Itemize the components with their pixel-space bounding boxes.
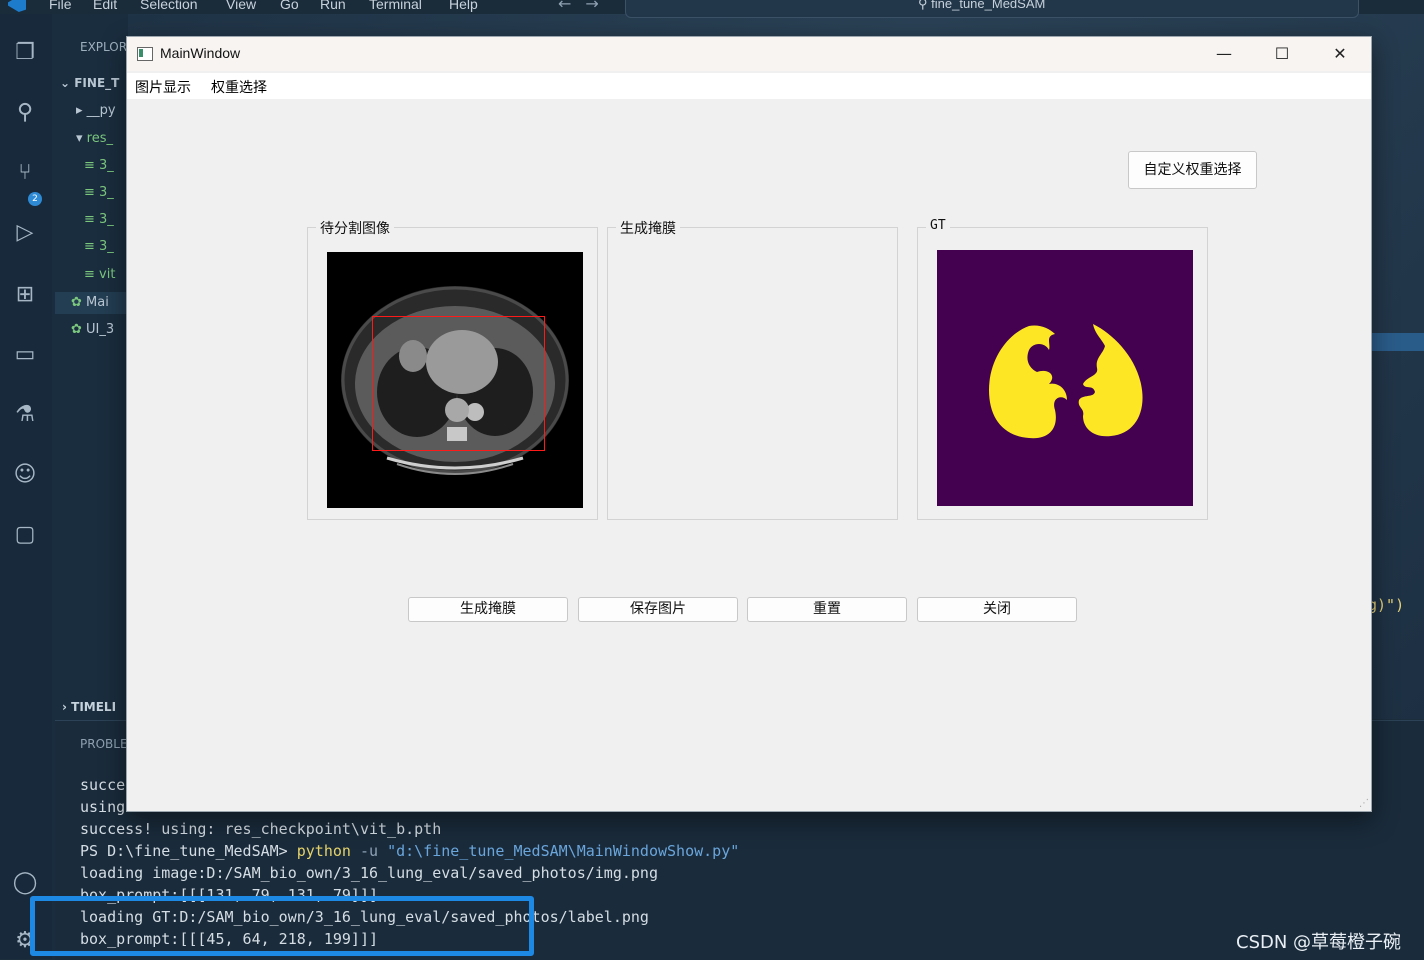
- tree-item[interactable]: ▸ __py: [76, 100, 116, 122]
- terminal-line: loading image:D:/SAM_bio_own/3_16_lung_e…: [80, 864, 658, 882]
- remote-explorer-icon[interactable]: ▭: [10, 340, 40, 370]
- gt-mask-drawing: [989, 324, 1143, 439]
- editor-selection-line: [1370, 333, 1424, 351]
- tree-item[interactable]: ≡ 3_: [84, 209, 114, 231]
- file-lines-icon: ≡: [84, 158, 100, 173]
- generate-mask-button[interactable]: 生成掩膜: [408, 597, 568, 622]
- terminal-line: succe: [80, 776, 126, 794]
- copilot-icon[interactable]: ☺: [10, 460, 40, 490]
- python-file-icon: ✿: [71, 295, 87, 310]
- tree-item[interactable]: ≡ 3_: [84, 182, 114, 204]
- file-lines-icon: ≡: [84, 212, 100, 227]
- command-center-text: ⚲ fine_tune_MedSAM: [918, 0, 1045, 12]
- file-lines-icon: ≡: [84, 185, 100, 200]
- editor-code-fragment: g)"): [1368, 596, 1405, 614]
- input-image-title: 待分割图像: [316, 218, 394, 238]
- mask-output-group: 生成掩膜: [607, 218, 898, 520]
- window-title: MainWindow: [160, 45, 241, 61]
- search-icon[interactable]: ⚲: [10, 98, 40, 128]
- window-titlebar[interactable]: MainWindow — ☐ ✕: [127, 37, 1371, 71]
- menu-edit[interactable]: Edit: [93, 0, 117, 12]
- resize-grip-icon[interactable]: ⋰: [1359, 799, 1369, 809]
- explorer-title: EXPLOR: [80, 40, 128, 54]
- tree-item[interactable]: ▾ res_: [76, 128, 113, 150]
- menu-help[interactable]: Help: [449, 0, 478, 12]
- menu-terminal[interactable]: Terminal: [369, 0, 422, 12]
- source-control-badge: 2: [28, 192, 42, 206]
- menu-weight-select[interactable]: 权重选择: [211, 77, 267, 97]
- reset-button[interactable]: 重置: [747, 597, 907, 622]
- tree-item[interactable]: ✿ UI_3: [71, 319, 114, 341]
- menu-go[interactable]: Go: [280, 0, 299, 12]
- ct-scan-image: [327, 252, 583, 508]
- search-icon: ⚲: [918, 0, 932, 11]
- close-window-button[interactable]: ✕: [1311, 37, 1369, 71]
- window-menubar: 图片显示 权重选择: [127, 73, 1371, 99]
- testing-icon[interactable]: ⚗: [10, 400, 40, 430]
- file-lines-icon: ≡: [84, 267, 100, 282]
- chevron-right-icon: ▸: [76, 103, 87, 118]
- menu-file[interactable]: File: [49, 0, 72, 12]
- box-prompt-rectangle: [372, 316, 545, 451]
- ground-truth-group: GT: [917, 218, 1208, 520]
- menu-selection[interactable]: Selection: [140, 0, 198, 12]
- menu-view[interactable]: View: [226, 0, 256, 12]
- custom-weight-button[interactable]: 自定义权重选择: [1128, 151, 1257, 189]
- tree-item[interactable]: ≡ 3_: [84, 155, 114, 177]
- explorer-icon[interactable]: ❐: [10, 38, 40, 68]
- watermark: CSDN @草莓橙子碗: [1236, 932, 1402, 953]
- vscode-logo-icon: [8, 0, 26, 12]
- ground-truth-mask-image: [937, 250, 1193, 506]
- terminal-line: success! using: res_checkpoint\vit_b.pth: [80, 820, 442, 838]
- maximize-button[interactable]: ☐: [1253, 37, 1311, 71]
- menu-run[interactable]: Run: [320, 0, 346, 12]
- chat-icon[interactable]: ▢: [10, 520, 40, 550]
- mask-output-title: 生成掩膜: [616, 218, 680, 238]
- timeline-section[interactable]: › TIMELI: [62, 700, 116, 714]
- chevron-down-icon: ▾: [76, 131, 87, 146]
- terminal-line: using: [80, 798, 126, 816]
- extensions-icon[interactable]: ⊞: [10, 280, 40, 310]
- panel-tab-problems[interactable]: PROBLE: [80, 737, 128, 751]
- python-file-icon: ✿: [71, 322, 87, 337]
- activity-bar: ❐ ⚲ ⑂ 2 ▷ ⊞ ▭ ⚗ ☺ ▢ ◯ ⚙: [0, 14, 52, 959]
- account-icon[interactable]: ◯: [10, 868, 40, 898]
- nav-arrows-icon[interactable]: ←→: [558, 0, 613, 13]
- ground-truth-title: GT: [926, 218, 950, 233]
- file-lines-icon: ≡: [84, 239, 100, 254]
- minimize-button[interactable]: —: [1195, 37, 1253, 71]
- chevron-right-icon: ›: [62, 700, 67, 714]
- close-button[interactable]: 关闭: [917, 597, 1077, 622]
- source-control-icon[interactable]: ⑂: [10, 158, 40, 188]
- tree-item[interactable]: ≡ vit: [84, 264, 115, 286]
- run-debug-icon[interactable]: ▷: [10, 218, 40, 248]
- main-window: MainWindow — ☐ ✕ 图片显示 权重选择 自定义权重选择 待分割图像: [126, 36, 1372, 812]
- chevron-down-icon: ⌄: [60, 76, 75, 90]
- window-app-icon: [137, 47, 153, 61]
- annotation-highlight-box: [30, 896, 534, 956]
- save-image-button[interactable]: 保存图片: [578, 597, 738, 622]
- folder-root[interactable]: ⌄ FINE_T: [60, 72, 119, 94]
- menu-image-display[interactable]: 图片显示: [135, 77, 191, 97]
- input-image-group: 待分割图像: [307, 218, 598, 520]
- tree-item[interactable]: ≡ 3_: [84, 236, 114, 258]
- terminal-command-line: PS D:\fine_tune_MedSAM> python -u "d:\fi…: [80, 842, 740, 860]
- vscode-menubar: File Edit Selection View Go Run Terminal…: [0, 0, 1424, 18]
- tree-item[interactable]: ✿ Mai: [55, 292, 128, 314]
